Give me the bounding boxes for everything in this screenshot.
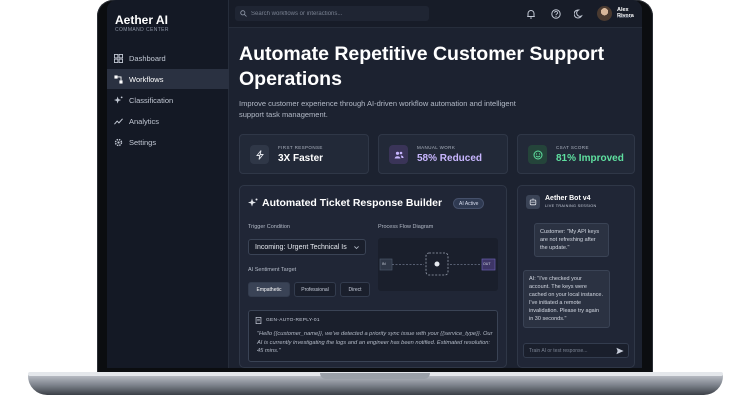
builder-title: Automated Ticket Response Builder (262, 197, 443, 209)
trigger-condition-select[interactable]: Incoming: Urgent Technical Is (248, 239, 366, 255)
brand-subtitle: COMMAND CENTER (115, 27, 169, 33)
search-icon (240, 10, 247, 17)
chat-message-customer: Customer: "My API keys are not refreshin… (534, 223, 609, 257)
sidebar-item-label: Workflows (129, 74, 164, 84)
sidebar-item-dashboard[interactable]: Dashboard (107, 48, 229, 68)
workflow-icon (113, 74, 123, 84)
flow-node-out-label: OUT (483, 262, 491, 266)
app-screen: Aether AI COMMAND CENTER Dashboard Workf… (107, 0, 642, 368)
dashboard-icon (113, 53, 123, 63)
ticket-response-builder: Automated Ticket Response Builder AI Act… (239, 185, 507, 368)
main-content: Automate Repetitive Customer Support Ope… (229, 28, 642, 368)
chat-input-box[interactable] (523, 343, 629, 358)
help-icon[interactable] (550, 8, 561, 19)
laptop-mockup: Aether AI COMMAND CENTER Dashboard Workf… (0, 0, 750, 415)
user-role: ADMIN (617, 14, 632, 19)
bolt-icon (250, 145, 269, 164)
smile-icon (528, 145, 547, 164)
moon-icon[interactable] (573, 8, 584, 19)
sentiment-option-empathetic[interactable]: Empathetic (248, 282, 290, 297)
template-id: GEN-AUTO-REPLY-01 (266, 318, 320, 323)
sidebar-item-label: Classification (129, 95, 174, 105)
sidebar-item-label: Settings (129, 137, 157, 147)
response-template[interactable]: GEN-AUTO-REPLY-01 "Hello {{customer_name… (248, 310, 498, 362)
bot-icon (526, 195, 540, 209)
stat-label: MANUAL WORK (417, 145, 456, 150)
avatar[interactable] (597, 6, 612, 21)
sidebar-item-workflows[interactable]: Workflows (107, 69, 229, 89)
page-title: Automate Repetitive Customer Support Ope… (239, 43, 605, 90)
flow-ai-core-icon (434, 261, 440, 267)
sidebar-item-analytics[interactable]: Analytics (107, 111, 229, 131)
template-text: "Hello {{customer_name}}, we've detected… (257, 331, 493, 354)
sidebar: Aether AI COMMAND CENTER Dashboard Workf… (107, 0, 229, 368)
sidebar-item-label: Dashboard (129, 53, 166, 63)
page-subtitle: Improve customer experience through AI-d… (239, 99, 516, 119)
stat-label: CSAT SCORE (556, 145, 589, 150)
stat-value: 58% Reduced (417, 153, 483, 164)
notification-bell-icon[interactable] (525, 8, 536, 19)
stat-card-manual-work: MANUAL WORK 58% Reduced (378, 134, 508, 174)
sparkle-icon (248, 198, 258, 207)
chat-message-ai: AI: "I've checked your account. The keys… (523, 270, 610, 328)
stat-label: FIRST RESPONSE (278, 145, 323, 150)
stat-card-csat-score: CSAT SCORE 81% Improved (517, 134, 635, 174)
flow-node-in-label: IN (382, 262, 386, 266)
brand-name: Aether AI (115, 13, 168, 27)
process-flow-label: Process Flow Diagram (378, 224, 434, 230)
sidebar-item-label: Analytics (129, 116, 160, 126)
sentiment-option-professional[interactable]: Professional (294, 282, 336, 297)
sentiment-target-label: AI Sentiment Target (248, 267, 297, 273)
document-icon (255, 317, 262, 324)
bot-training-panel: Aether Bot v4 LIVE TRAINING SESSION Cust… (517, 185, 635, 368)
stat-card-first-response: FIRST RESPONSE 3X Faster (239, 134, 369, 174)
bot-name: Aether Bot v4 (545, 195, 591, 202)
search-box[interactable] (235, 6, 429, 21)
chat-input[interactable] (529, 347, 609, 354)
search-input[interactable] (251, 10, 421, 17)
top-bar: Alex Rivera ADMIN (229, 0, 642, 28)
sidebar-item-settings[interactable]: Settings (107, 132, 229, 152)
sidebar-item-classification[interactable]: Classification (107, 90, 229, 110)
process-flow-diagram: IN OUT (378, 238, 498, 291)
chevron-down-icon (354, 246, 359, 250)
sentiment-option-direct[interactable]: Direct (340, 282, 370, 297)
ai-active-badge: AI Active (453, 198, 485, 209)
sparkle-icon (113, 95, 123, 105)
analytics-icon (113, 116, 123, 126)
send-icon[interactable] (616, 347, 624, 355)
laptop-notch (320, 373, 430, 379)
users-icon (389, 145, 408, 164)
bot-status: LIVE TRAINING SESSION (545, 204, 597, 208)
stat-value: 81% Improved (556, 153, 624, 164)
stat-value: 3X Faster (278, 153, 324, 164)
gear-icon (113, 137, 123, 147)
trigger-condition-label: Trigger Condition (248, 224, 290, 230)
trigger-condition-value: Incoming: Urgent Technical Is (255, 243, 347, 251)
